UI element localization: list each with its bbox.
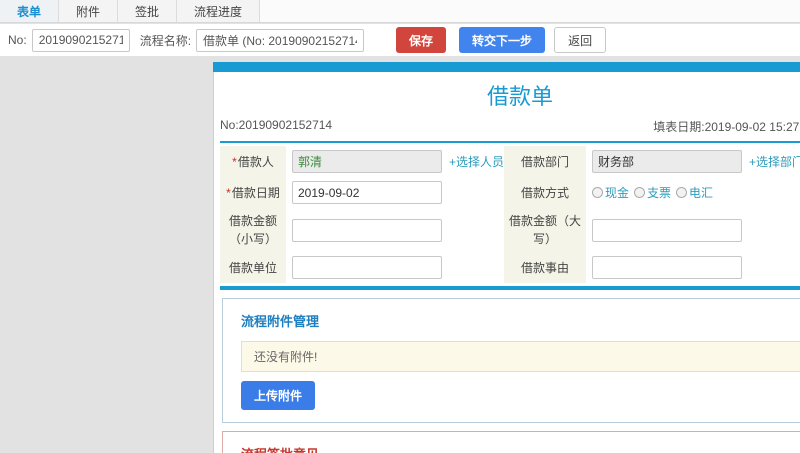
no-attachments-message: 还没有附件! (241, 341, 800, 372)
tab-progress-label: 流程进度 (194, 4, 243, 19)
loan-unit-label-text: 借款单位 (228, 260, 277, 275)
form-panel: 借款单 No:20190902152714 填表日期:2019-09-02 15… (213, 62, 800, 453)
required-mark: * (232, 154, 237, 169)
loan-date-field (286, 177, 504, 208)
tab-form[interactable]: 表单 (0, 0, 60, 22)
radio-circle-icon (592, 187, 603, 198)
no-input[interactable] (31, 28, 130, 52)
radio-cash[interactable]: 现金 (592, 184, 629, 201)
amount-uppercase-input[interactable] (592, 218, 742, 242)
action-toolbar: No: 流程名称: 保存 转交下一步 返回 (0, 24, 800, 57)
loan-date-input[interactable] (292, 181, 442, 204)
form-no-text: No:20190902152714 (220, 118, 333, 132)
attachments-heading: 流程附件管理 (241, 314, 320, 329)
amount-uppercase-label-text: 借款金额（大写） (509, 214, 582, 246)
loan-method-field: 现金 支票 电汇 (586, 177, 800, 208)
loan-method-label: 借款方式 (504, 177, 586, 208)
process-name-input[interactable] (196, 28, 365, 52)
form-meta-row: No:20190902152714 填表日期:2019-09-02 15:27:… (220, 115, 800, 143)
upload-attachment-button[interactable]: 上传附件 (241, 381, 316, 410)
loan-reason-input[interactable] (592, 256, 742, 279)
no-label: No: (8, 33, 27, 47)
tab-approval[interactable]: 签批 (118, 0, 178, 22)
department-label: 借款部门 (504, 146, 586, 177)
tab-approval-label: 签批 (135, 4, 160, 19)
radio-circle-icon (634, 187, 646, 198)
forward-next-step-button[interactable]: 转交下一步 (459, 27, 546, 53)
back-button[interactable]: 返回 (554, 27, 607, 53)
loan-reason-label: 借款事由 (504, 252, 586, 283)
loan-form-table: * 借款人 +选择人员 借款部门 +选择部门 * 借款日期 (220, 146, 800, 283)
approval-heading: 流程签批意见 (241, 444, 800, 453)
borrower-input[interactable] (292, 150, 442, 173)
required-mark: * (226, 185, 231, 200)
attachments-section: 流程附件管理 还没有附件! 上传附件 (222, 298, 800, 423)
department-input[interactable] (592, 150, 742, 173)
tab-progress[interactable]: 流程进度 (177, 0, 261, 22)
amount-lowercase-field (286, 208, 504, 252)
approval-section: 流程签批意见 B I abc ⚑ (222, 431, 800, 453)
save-button[interactable]: 保存 (396, 27, 447, 53)
radio-wire-label: 电汇 (689, 186, 714, 200)
loan-unit-input[interactable] (292, 256, 442, 279)
amount-lowercase-label: 借款金额（小写） (220, 208, 286, 252)
borrower-label-text: 借款人 (237, 154, 274, 169)
amount-uppercase-label: 借款金额（大写） (504, 208, 586, 252)
tab-attachments[interactable]: 附件 (59, 0, 119, 22)
amount-lowercase-label-text: 借款金额（小写） (228, 214, 277, 246)
radio-cash-label: 现金 (605, 186, 630, 200)
radio-check-label: 支票 (647, 186, 672, 200)
select-department-link[interactable]: +选择部门 (749, 153, 800, 170)
panel-top-accent-bar (213, 62, 800, 72)
borrower-label: * 借款人 (220, 146, 286, 177)
page-title: 借款单 (486, 84, 553, 109)
borrower-field: +选择人员 (286, 146, 504, 177)
radio-check[interactable]: 支票 (634, 184, 671, 201)
tab-form-label: 表单 (17, 4, 42, 19)
tab-bar: 表单 附件 签批 流程进度 (0, 0, 800, 23)
form-bottom-accent-bar (220, 286, 800, 290)
loan-date-label: * 借款日期 (220, 177, 286, 208)
radio-wire[interactable]: 电汇 (676, 184, 713, 201)
loan-reason-field (586, 252, 800, 283)
loan-date-label-text: 借款日期 (231, 185, 280, 200)
radio-circle-icon (676, 187, 688, 198)
form-date-text: 填表日期:2019-09-02 15:27:14 (653, 120, 800, 134)
amount-uppercase-field (586, 208, 800, 252)
department-field: +选择部门 (586, 146, 800, 177)
tab-attachments-label: 附件 (76, 4, 101, 19)
department-label-text: 借款部门 (520, 154, 569, 169)
loan-method-label-text: 借款方式 (520, 185, 569, 200)
loan-unit-field (286, 252, 504, 283)
amount-lowercase-input[interactable] (292, 218, 442, 242)
loan-unit-label: 借款单位 (220, 252, 286, 283)
loan-reason-label-text: 借款事由 (520, 260, 569, 275)
process-name-label: 流程名称: (139, 33, 192, 48)
select-person-link[interactable]: +选择人员 (449, 153, 504, 170)
